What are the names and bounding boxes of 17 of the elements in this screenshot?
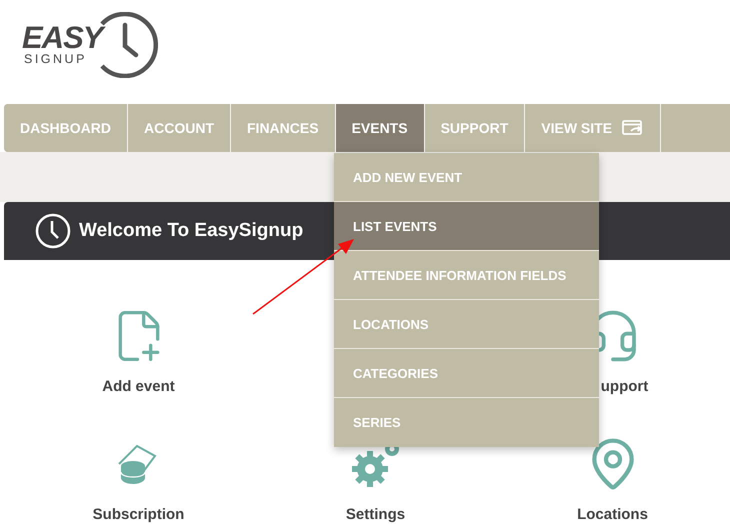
menu-item[interactable]: CATEGORIES: [334, 349, 599, 398]
menu-item[interactable]: SERIES: [334, 398, 599, 447]
nav-tab[interactable]: SUPPORT: [424, 104, 526, 152]
menu-item[interactable]: LOCATIONS: [334, 300, 599, 349]
nav-tab[interactable]: DASHBOARD: [4, 104, 128, 152]
external-window-icon: [622, 120, 644, 136]
shortcut-label[interactable]: Settings: [346, 506, 406, 523]
menu-item[interactable]: ATTENDEE INFORMATION FIELDS: [334, 251, 599, 300]
clock-icon: [35, 213, 71, 249]
menu-item[interactable]: ADD NEW EVENT: [334, 153, 599, 202]
card-title: Welcome To EasySignup: [79, 220, 304, 242]
nav-tab[interactable]: EVENTS: [336, 104, 425, 152]
logo-subtext: SIGNUP: [24, 53, 87, 66]
shortcut-label[interactable]: Add event: [102, 378, 175, 395]
menu-item[interactable]: LIST EVENTS: [334, 202, 599, 251]
shortcut-label[interactable]: Subscription: [92, 506, 184, 523]
shortcut-label[interactable]: Locations: [577, 506, 648, 523]
